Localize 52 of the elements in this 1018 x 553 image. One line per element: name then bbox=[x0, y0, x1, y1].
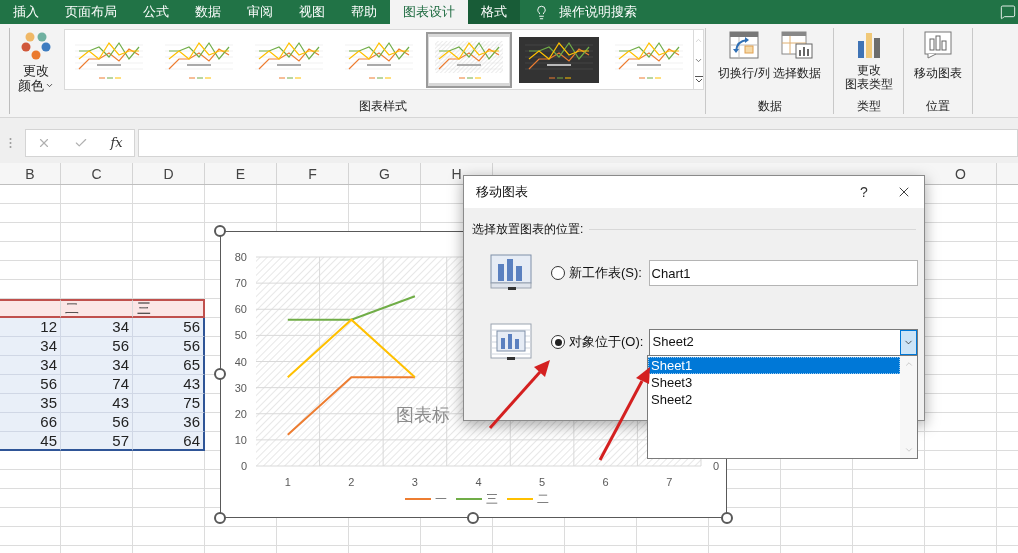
chart-title: 图表标 bbox=[396, 405, 450, 425]
axis-label: 4 bbox=[475, 476, 482, 488]
axis-label: 3 bbox=[411, 476, 418, 488]
table-cell: 56 bbox=[133, 318, 205, 337]
table-cell: 66 bbox=[0, 413, 61, 432]
table-cell: 64 bbox=[133, 432, 205, 451]
table-cell: 57 bbox=[61, 432, 133, 451]
table-cell: 35 bbox=[0, 394, 61, 413]
axis-label: 70 bbox=[234, 277, 247, 290]
legend-label: 二 bbox=[537, 492, 549, 506]
axis-label: 30 bbox=[234, 381, 247, 394]
axis-label: 20 bbox=[234, 407, 247, 420]
axis-label: 0 bbox=[240, 460, 247, 472]
table-cell: 43 bbox=[133, 375, 205, 394]
table-cell: 75 bbox=[133, 394, 205, 413]
axis-label: 6 bbox=[602, 476, 609, 488]
table-cell: 34 bbox=[0, 356, 61, 375]
table-cell: 43 bbox=[61, 394, 133, 413]
axis-label: 1 bbox=[284, 476, 291, 488]
axis-label: 5 bbox=[539, 476, 546, 488]
axis-label: 40 bbox=[234, 355, 247, 368]
group-label: 位置 bbox=[926, 98, 950, 115]
table-cell: 56 bbox=[61, 337, 133, 356]
table-header-cell: 三 bbox=[133, 299, 205, 318]
table-cell: 34 bbox=[61, 356, 133, 375]
axis-label: 10 bbox=[234, 433, 247, 446]
table-cell: 34 bbox=[61, 318, 133, 337]
table-cell: 45 bbox=[0, 432, 61, 451]
table-header-cell: 二 bbox=[61, 299, 133, 318]
axis-label: 60 bbox=[234, 303, 247, 316]
section-label: 选择放置图表的位置: bbox=[472, 221, 584, 238]
legend-label: 三 bbox=[486, 492, 498, 506]
group-label: 图表样式 bbox=[359, 98, 407, 115]
dialog-title: 移动图表 bbox=[476, 183, 528, 202]
table-cell: 56 bbox=[0, 375, 61, 394]
table-cell: 36 bbox=[133, 413, 205, 432]
legend-label: 一 bbox=[435, 492, 447, 506]
table-cell: 12 bbox=[0, 318, 61, 337]
option-label: 对象位于(O): bbox=[569, 333, 645, 352]
option-label: 新工作表(S): bbox=[569, 264, 643, 283]
axis-label: 2 bbox=[348, 476, 355, 488]
table-cell: 74 bbox=[61, 375, 133, 394]
axis-label: 7 bbox=[666, 476, 673, 488]
table-cell: 56 bbox=[133, 337, 205, 356]
group-label: 数据 bbox=[757, 98, 782, 115]
table-cell: 56 bbox=[61, 413, 133, 432]
table-cell: 65 bbox=[133, 356, 205, 375]
axis-label: 50 bbox=[234, 329, 247, 342]
axis-label: 80 bbox=[234, 251, 247, 263]
axis-label: 0 bbox=[712, 460, 720, 472]
table-cell: 34 bbox=[0, 337, 61, 356]
group-label: 类型 bbox=[856, 98, 881, 115]
